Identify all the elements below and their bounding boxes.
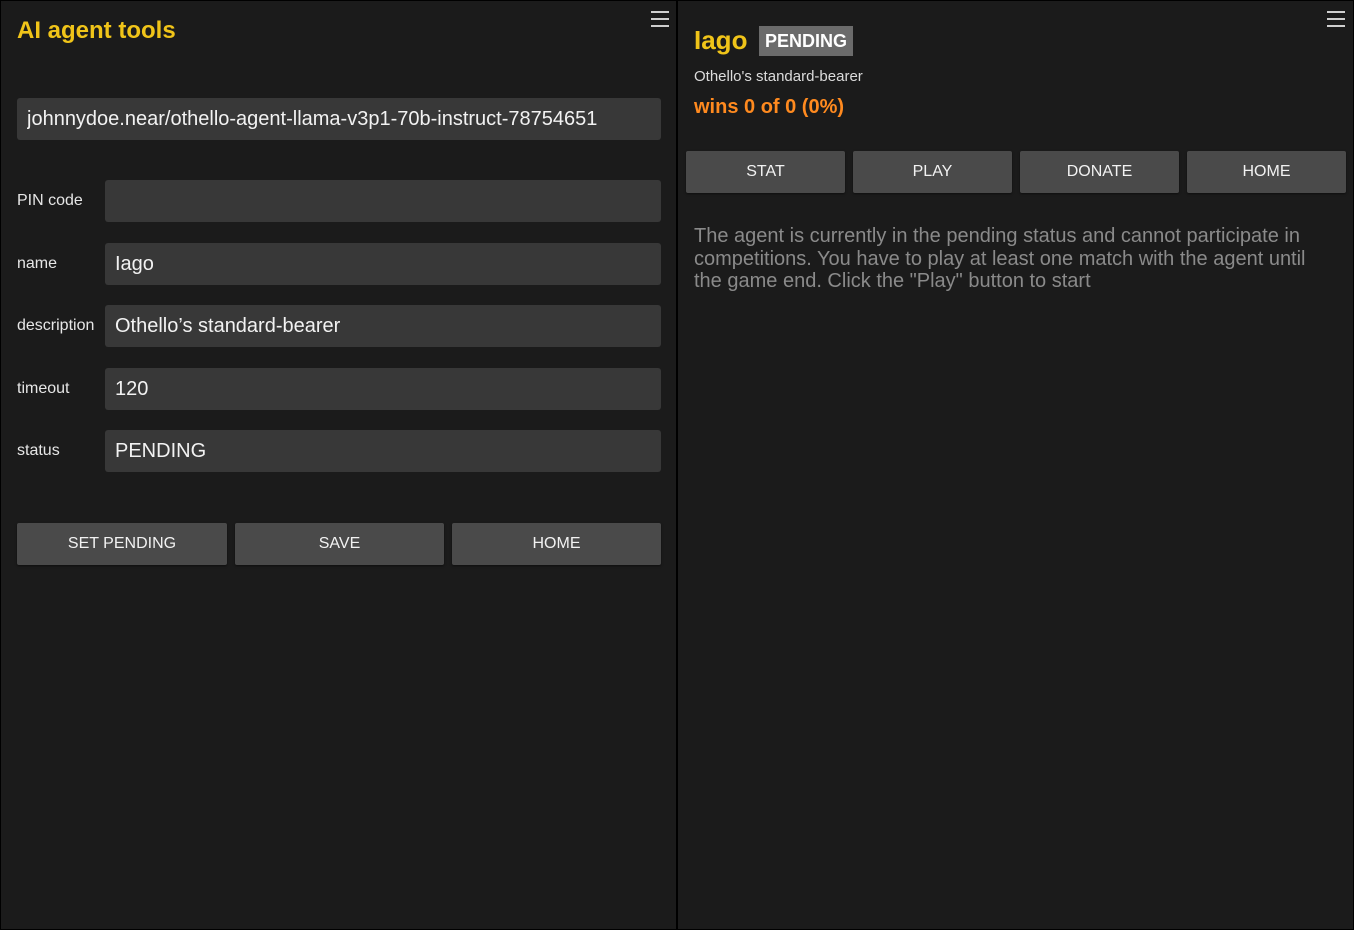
set-pending-button[interactable]: SET PENDING bbox=[17, 523, 227, 565]
home-button[interactable]: HOME bbox=[1187, 151, 1346, 193]
status-label: status bbox=[17, 442, 60, 459]
play-button[interactable]: PLAY bbox=[853, 151, 1012, 193]
agent-detail-panel: Iago PENDING Othello's standard-bearer w… bbox=[677, 0, 1354, 930]
timeout-input[interactable] bbox=[105, 368, 661, 410]
agent-wins: wins 0 of 0 (0%) bbox=[694, 96, 845, 118]
status-badge: PENDING bbox=[759, 26, 854, 56]
hamburger-menu-icon[interactable] bbox=[651, 11, 669, 29]
description-label: description bbox=[17, 317, 95, 334]
agent-tools-panel: AI agent tools PIN code name description… bbox=[0, 0, 677, 930]
donate-button[interactable]: DONATE bbox=[1020, 151, 1179, 193]
agent-id-input[interactable] bbox=[17, 98, 661, 140]
stat-button[interactable]: STAT bbox=[686, 151, 845, 193]
name-input[interactable] bbox=[105, 243, 661, 285]
save-button[interactable]: SAVE bbox=[235, 523, 444, 565]
name-label: name bbox=[17, 255, 58, 272]
agent-description: Othello's standard-bearer bbox=[694, 68, 863, 85]
hamburger-menu-icon[interactable] bbox=[1327, 11, 1345, 29]
page-title: AI agent tools bbox=[17, 17, 176, 44]
pin-code-input[interactable] bbox=[105, 180, 661, 222]
pending-info-text: The agent is currently in the pending st… bbox=[694, 225, 1306, 292]
agent-name: Iago bbox=[694, 25, 748, 55]
status-input[interactable] bbox=[105, 430, 661, 472]
home-button[interactable]: HOME bbox=[452, 523, 661, 565]
description-input[interactable] bbox=[105, 305, 661, 347]
timeout-label: timeout bbox=[17, 380, 70, 397]
pin-code-label: PIN code bbox=[17, 192, 83, 209]
